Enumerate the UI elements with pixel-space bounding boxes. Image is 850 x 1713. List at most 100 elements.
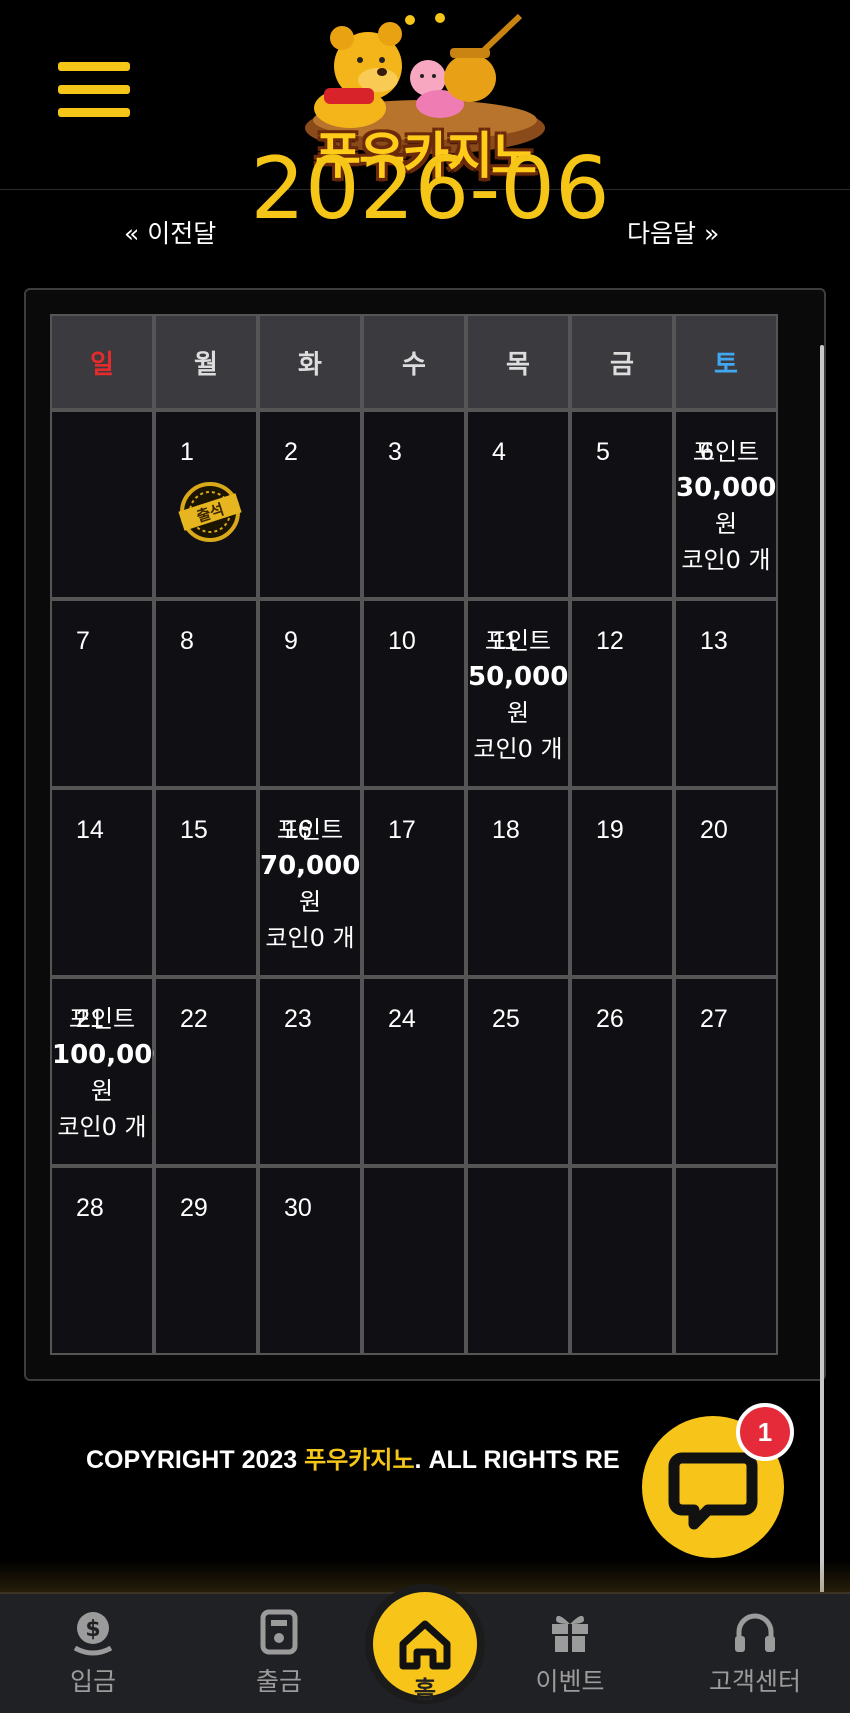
calendar-week-row: 14 15 16 포인트 70,000 원 코인0 개 17 18 19 20 xyxy=(50,788,778,977)
nav-support-label: 고객센터 xyxy=(708,1667,801,1696)
calendar-day-cell[interactable]: 17 xyxy=(362,788,466,977)
gift-icon xyxy=(552,1615,588,1652)
day-number: 19 xyxy=(596,816,624,844)
weekday-sun: 일 xyxy=(50,314,154,410)
calendar-day-cell[interactable]: 3 xyxy=(362,410,466,599)
month-navigation: 2026-06 « 이전달 다음달 » xyxy=(0,139,850,258)
svg-text:$: $ xyxy=(85,1617,100,1642)
calendar-day-cell[interactable]: 28 xyxy=(50,1166,154,1355)
calendar-day-cell[interactable]: 30 xyxy=(258,1166,362,1355)
calendar-day-cell[interactable]: 11 포인트 50,000 원 코인0 개 xyxy=(466,599,570,788)
chat-notification-badge: 1 xyxy=(736,1403,794,1461)
weekday-thu: 목 xyxy=(466,314,570,410)
day-number: 18 xyxy=(492,816,520,844)
weekday-fri: 금 xyxy=(570,314,674,410)
calendar-empty-cell xyxy=(674,1166,778,1355)
calendar-day-cell[interactable]: 10 xyxy=(362,599,466,788)
day-number: 20 xyxy=(700,816,728,844)
calendar-day-cell[interactable]: 18 xyxy=(466,788,570,977)
next-month-link[interactable]: 다음달 » xyxy=(627,214,719,250)
reward-label: 포인트 xyxy=(692,438,760,466)
calendar-day-cell[interactable]: 16 포인트 70,000 원 코인0 개 xyxy=(258,788,362,977)
reward-amount: 70,000 xyxy=(260,851,361,881)
reward-unit: 원 xyxy=(714,510,738,538)
weekday-header-row: 일 월 화 수 목 금 토 xyxy=(50,314,778,410)
calendar-day-cell[interactable]: 5 xyxy=(570,410,674,599)
day-number: 14 xyxy=(76,816,104,844)
calendar-day-cell[interactable]: 15 xyxy=(154,788,258,977)
reward-coin: 코인0 개 xyxy=(473,735,563,763)
day-number: 12 xyxy=(596,627,624,655)
calendar-day-cell[interactable]: 20 xyxy=(674,788,778,977)
nav-deposit-label: 입금 xyxy=(69,1667,116,1696)
nav-home[interactable]: 홈 xyxy=(367,1572,483,1713)
calendar-day-cell[interactable]: 1 출석 xyxy=(154,410,258,599)
reward-amount: 30,000 xyxy=(676,473,777,503)
calendar-day-cell[interactable]: 23 xyxy=(258,977,362,1166)
calendar-day-cell[interactable]: 12 xyxy=(570,599,674,788)
calendar-day-cell[interactable]: 27 xyxy=(674,977,778,1166)
day-number: 4 xyxy=(492,438,506,466)
day-number: 1 xyxy=(180,438,194,466)
prev-month-link[interactable]: « 이전달 xyxy=(124,214,216,250)
nav-event[interactable]: 이벤트 xyxy=(495,1608,645,1698)
attendance-stamp-icon: 출석 xyxy=(178,482,242,542)
day-number: 17 xyxy=(388,816,416,844)
calendar-day-cell[interactable]: 26 xyxy=(570,977,674,1166)
calendar-week-row: 7 8 9 10 11 포인트 50,000 원 코인0 개 12 13 xyxy=(50,599,778,788)
day-number: 3 xyxy=(388,438,402,466)
calendar-day-cell[interactable]: 22 xyxy=(154,977,258,1166)
copyright-brand: 푸우카지노 xyxy=(304,1446,415,1474)
nav-withdraw[interactable]: 출금 xyxy=(204,1608,354,1698)
calendar-day-cell[interactable]: 24 xyxy=(362,977,466,1166)
nav-withdraw-label: 출금 xyxy=(255,1667,302,1696)
day-number: 9 xyxy=(284,627,298,655)
day-number: 8 xyxy=(180,627,194,655)
calendar-empty-cell xyxy=(466,1166,570,1355)
calendar-day-cell[interactable]: 25 xyxy=(466,977,570,1166)
reward-info: 포인트 30,000 원 코인0 개 xyxy=(676,434,776,578)
copyright-text: COPYRIGHT 2023 푸우카지노. ALL RIGHTS RE xyxy=(86,1440,620,1475)
calendar-week-row: 21 포인트 100,000 원 코인0 개 22 23 24 25 26 27 xyxy=(50,977,778,1166)
day-number: 13 xyxy=(700,627,728,655)
copyright-prefix: COPYRIGHT 2023 xyxy=(86,1446,305,1474)
calendar-day-cell[interactable]: 4 xyxy=(466,410,570,599)
hamburger-menu-icon[interactable] xyxy=(58,62,130,126)
calendar-week-row: 1 출석 2 3 4 5 6 포인트 30,000 원 코인0 개 xyxy=(50,410,778,599)
day-number: 29 xyxy=(180,1194,208,1222)
reward-amount: 50,000 xyxy=(468,662,569,692)
calendar-day-cell[interactable]: 14 xyxy=(50,788,154,977)
day-number: 25 xyxy=(492,1005,520,1033)
calendar-day-cell[interactable]: 19 xyxy=(570,788,674,977)
money-bag-icon: $ xyxy=(73,1612,113,1656)
calendar-empty-cell xyxy=(570,1166,674,1355)
day-number: 5 xyxy=(596,438,610,466)
current-month: 2026-06 xyxy=(250,139,610,239)
reward-amount: 100,000 xyxy=(52,1040,171,1070)
reward-label: 포인트 xyxy=(68,1005,136,1033)
day-number: 22 xyxy=(180,1005,208,1033)
day-number: 23 xyxy=(284,1005,312,1033)
calendar-panel: 일 월 화 수 목 금 토 1 출석 2 3 4 5 6 포인트 30,000 원 코인0 개789… xyxy=(24,288,826,1381)
reward-unit: 원 xyxy=(506,699,530,727)
calendar-day-cell[interactable]: 6 포인트 30,000 원 코인0 개 xyxy=(674,410,778,599)
day-number: 7 xyxy=(76,627,90,655)
reward-info: 포인트 70,000 원 코인0 개 xyxy=(260,812,360,956)
reward-coin: 코인0 개 xyxy=(57,1113,147,1141)
reward-unit: 원 xyxy=(298,888,322,916)
calendar-day-cell[interactable]: 21 포인트 100,000 원 코인0 개 xyxy=(50,977,171,1166)
nav-deposit[interactable]: $ 입금 xyxy=(18,1608,168,1698)
calendar-day-cell[interactable]: 29 xyxy=(154,1166,258,1355)
calendar-empty-cell xyxy=(50,410,154,599)
calendar-day-cell[interactable]: 8 xyxy=(154,599,258,788)
calendar-day-cell[interactable]: 9 xyxy=(258,599,362,788)
nav-event-label: 이벤트 xyxy=(535,1667,605,1696)
calendar-day-cell[interactable]: 13 xyxy=(674,599,778,788)
day-number: 30 xyxy=(284,1194,312,1222)
scrollbar[interactable] xyxy=(820,345,824,1645)
calendar-day-cell[interactable]: 7 xyxy=(50,599,154,788)
calendar-week-row: 28 29 30 xyxy=(50,1166,778,1355)
calendar-day-cell[interactable]: 2 xyxy=(258,410,362,599)
attendance-calendar: 일 월 화 수 목 금 토 1 출석 2 3 4 5 6 포인트 30,000 원 코인0 개789… xyxy=(50,314,778,1355)
nav-support[interactable]: 고객센터 xyxy=(680,1608,830,1698)
